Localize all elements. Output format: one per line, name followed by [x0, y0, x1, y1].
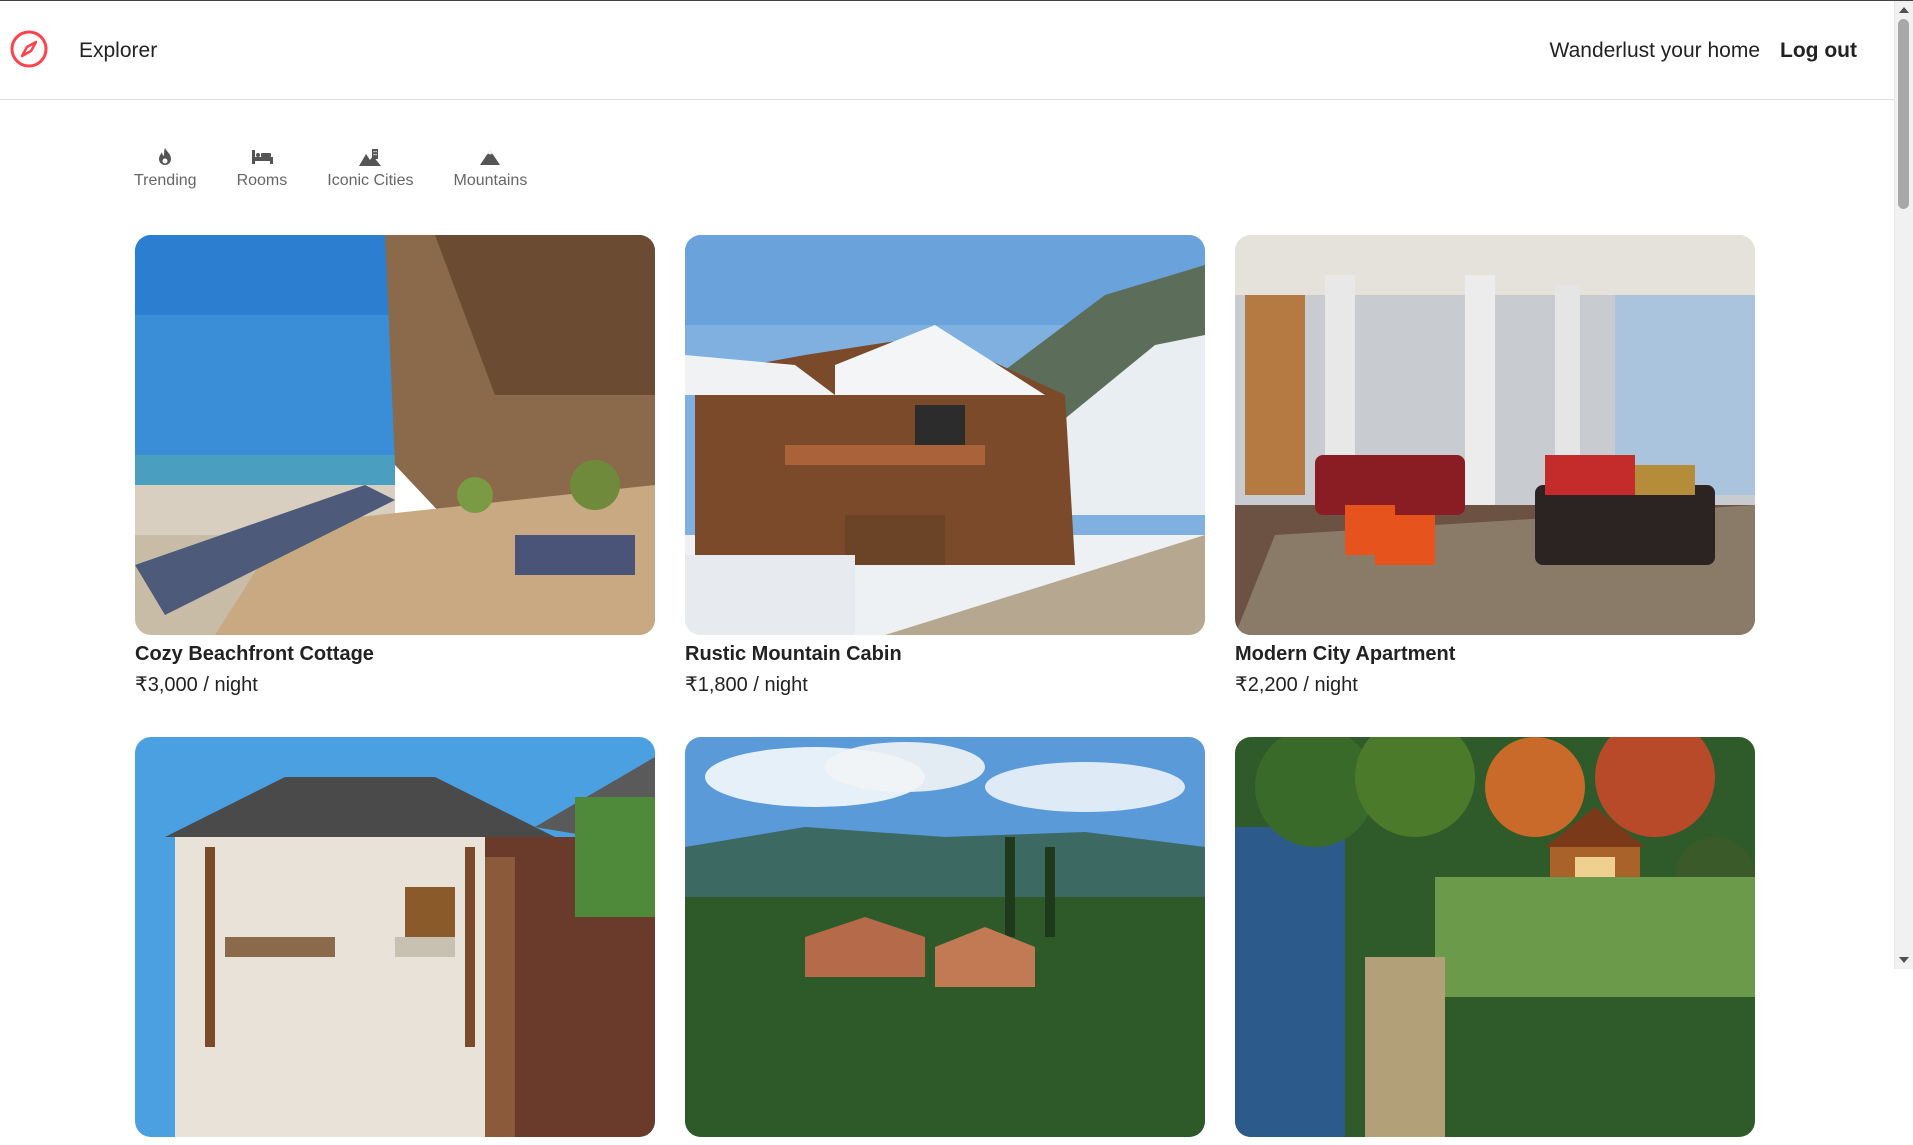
beach-house-image [135, 235, 655, 635]
filter-trending[interactable]: Trending [134, 146, 197, 190]
filter-label: Trending [134, 172, 197, 189]
filter-mountains[interactable]: Mountains [453, 146, 528, 190]
city-icon [359, 149, 382, 166]
listing-price: ₹2,200 / night [1235, 674, 1358, 696]
nav-links: Wanderlust your home Log out [1550, 39, 1857, 63]
hillside-villa-image [685, 737, 1205, 1137]
filter-rooms[interactable]: Rooms [236, 146, 288, 190]
scrollbar-thumb[interactable] [1898, 19, 1909, 209]
listing-image[interactable] [685, 235, 1205, 635]
listing-image[interactable] [685, 737, 1205, 1137]
filter-iconic-cities[interactable]: Iconic Cities [327, 146, 414, 190]
scroll-up-arrow-icon[interactable] [1899, 7, 1909, 13]
villa-pavilion-image [135, 737, 655, 1137]
mountain-icon [480, 150, 501, 165]
filter-label: Mountains [453, 172, 528, 189]
listing-image[interactable] [1235, 737, 1755, 1137]
bed-icon [251, 150, 273, 164]
listing-card[interactable] [1235, 737, 1755, 1145]
listing-image[interactable] [1235, 235, 1755, 635]
listing-card[interactable]: Cozy Beachfront Cottage ₹3,000 / night [135, 235, 655, 697]
mountain-cabin-image [685, 235, 1205, 635]
listing-image[interactable] [135, 235, 655, 635]
fire-icon [159, 148, 172, 165]
listing-title: Cozy Beachfront Cottage [135, 643, 374, 665]
listing-card[interactable] [135, 737, 655, 1145]
filter-bar: Trending Rooms Iconic Cities Mountains [134, 146, 527, 190]
city-apartment-image [1235, 235, 1755, 635]
listings-grid: Cozy Beachfront Cottage ₹3,000 / night R… [135, 235, 1755, 1145]
listing-title: Rustic Mountain Cabin [685, 643, 902, 665]
navbar: Explorer Wanderlust your home Log out [0, 1, 1895, 100]
listing-price: ₹3,000 / night [135, 674, 258, 696]
logout-link[interactable]: Log out [1780, 39, 1857, 63]
filter-label: Iconic Cities [327, 172, 414, 189]
listing-price: ₹1,800 / night [685, 674, 808, 696]
scroll-down-arrow-icon[interactable] [1899, 957, 1909, 963]
listing-title: Modern City Apartment [1235, 643, 1456, 665]
compass-icon[interactable] [9, 29, 49, 69]
filter-label: Rooms [236, 172, 288, 189]
listing-card[interactable] [685, 737, 1205, 1145]
lakeside-cabin-image [1235, 737, 1755, 1137]
brand-link[interactable]: Explorer [79, 39, 157, 63]
listing-card[interactable]: Modern City Apartment ₹2,200 / night [1235, 235, 1755, 697]
wanderlust-home-link[interactable]: Wanderlust your home [1550, 39, 1760, 63]
vertical-scrollbar[interactable] [1894, 1, 1913, 969]
listing-image[interactable] [135, 737, 655, 1137]
listing-card[interactable]: Rustic Mountain Cabin ₹1,800 / night [685, 235, 1205, 697]
